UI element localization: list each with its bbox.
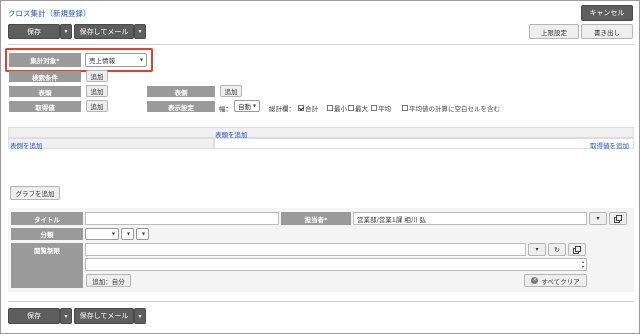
- assignee-picker-button[interactable]: [609, 212, 627, 225]
- chevron-down-icon: ▾: [64, 28, 68, 35]
- divider: [8, 301, 634, 302]
- category-select-3[interactable]: ▾: [136, 228, 149, 240]
- save-and-mail-label: 保存してメール: [79, 27, 129, 36]
- max-option-label: 最大: [355, 105, 368, 113]
- category-select-1[interactable]: ▾: [85, 228, 119, 240]
- save-label: 保存: [27, 312, 41, 320]
- chevron-down-icon: ▾: [535, 246, 539, 253]
- chevron-down-icon: ▾: [596, 215, 600, 222]
- min-option-label: 最小: [334, 105, 347, 113]
- category-select-2[interactable]: ▾: [121, 228, 134, 240]
- window-icon: [573, 245, 581, 254]
- save-dropdown-button[interactable]: ▾: [60, 24, 72, 39]
- width-select[interactable]: 自動 ▾: [234, 100, 260, 112]
- add-table-head-button[interactable]: 追加: [86, 85, 108, 97]
- refresh-icon: ↻: [554, 245, 560, 254]
- chevron-down-icon: ▾: [252, 102, 256, 110]
- display-settings-label: 表示設定: [147, 101, 215, 112]
- save-button[interactable]: 保存: [8, 24, 60, 39]
- add-self-button[interactable]: 追加：自分: [86, 274, 131, 287]
- window-icon: [614, 214, 622, 223]
- category-label: 分類: [11, 228, 83, 240]
- search-condition-label: 検索条件: [9, 71, 81, 82]
- chevron-down-icon: ▾: [138, 312, 142, 320]
- chevron-down-icon: ▾: [64, 312, 68, 320]
- value-label: 取得値: [9, 101, 81, 112]
- add-search-condition-button[interactable]: 追加: [86, 70, 108, 82]
- access-refresh-button[interactable]: ↻: [548, 243, 566, 256]
- assignee-label: 担当者*: [281, 212, 351, 225]
- add-table-side-link[interactable]: 表側を追加: [10, 140, 43, 150]
- divider: [8, 44, 634, 45]
- save-and-mail-dropdown-button-bottom[interactable]: ▾: [134, 308, 146, 324]
- save-and-mail-dropdown-button[interactable]: ▾: [134, 24, 146, 39]
- save-and-mail-button-bottom[interactable]: 保存してメール: [74, 308, 134, 324]
- chevron-down-icon: ▾: [141, 230, 145, 238]
- checkbox-checked-icon[interactable]: [298, 105, 304, 111]
- value-cell: [214, 138, 634, 149]
- assignee-dropdown-button[interactable]: ▾: [589, 212, 607, 225]
- save-dropdown-button-bottom[interactable]: ▾: [60, 308, 72, 324]
- sum-option[interactable]: 合計: [298, 103, 318, 113]
- add-graph-button[interactable]: グラフを追加: [10, 186, 60, 200]
- limit-settings-button[interactable]: 上限設定: [529, 24, 579, 39]
- clear-all-label: すべてクリア: [541, 277, 580, 286]
- assignee-input[interactable]: 営業部/営業1課 相川 弘: [353, 212, 587, 225]
- assignee-value: 営業部/営業1課 相川 弘: [357, 215, 426, 224]
- access-dropdown-button[interactable]: ▾: [528, 243, 546, 256]
- save-and-mail-button[interactable]: 保存してメール: [74, 24, 134, 39]
- width-label: 幅：: [219, 105, 232, 113]
- avg-option[interactable]: 平均: [371, 103, 391, 113]
- max-option[interactable]: 最大: [348, 103, 368, 113]
- chevron-down-icon: ▾: [126, 230, 130, 238]
- highlight-box: [5, 48, 153, 72]
- add-value-button[interactable]: 追加: [86, 100, 108, 112]
- table-head-label: 表頭: [9, 86, 81, 97]
- window-frame: クロス集計（新規登録） 保存 ▾ 保存してメール ▾ キャンセル 上限設定 書き…: [0, 0, 640, 334]
- save-label: 保存: [27, 27, 41, 36]
- clear-circle-icon: ×: [531, 277, 539, 284]
- blank-cells-option[interactable]: 平均値の計算に空白セルを含む: [402, 103, 500, 113]
- table-side-label: 表側: [147, 86, 215, 97]
- save-button-bottom[interactable]: 保存: [8, 308, 60, 324]
- add-value-link[interactable]: 取得値を追加: [590, 140, 629, 150]
- title-input[interactable]: [85, 212, 279, 225]
- add-table-side-button[interactable]: 追加: [220, 85, 242, 97]
- access-picker-button[interactable]: [568, 243, 586, 256]
- access-restriction-input[interactable]: [85, 243, 526, 256]
- save-and-mail-label: 保存してメール: [79, 312, 129, 320]
- checkbox-icon[interactable]: [348, 105, 354, 111]
- table-head-row: [8, 127, 634, 138]
- checkbox-icon[interactable]: [371, 105, 377, 111]
- checkbox-icon[interactable]: [327, 105, 333, 111]
- min-option[interactable]: 最小: [327, 103, 347, 113]
- access-restriction-label: 閲覧制限: [11, 243, 83, 288]
- title-label: タイトル: [11, 212, 83, 225]
- checkbox-icon[interactable]: [402, 105, 408, 111]
- clear-all-button[interactable]: × すべてクリア: [524, 274, 587, 287]
- access-restriction-list[interactable]: ▴ ▾: [85, 258, 587, 271]
- total-column-label: 総計欄：: [269, 105, 295, 113]
- avg-option-label: 平均: [378, 105, 391, 113]
- export-button[interactable]: 書き出し: [581, 24, 633, 39]
- chevron-down-icon: ▾: [111, 230, 115, 238]
- width-select-value: 自動: [238, 103, 251, 111]
- sum-option-label: 合計: [305, 105, 318, 113]
- chevron-down-icon: ▾: [138, 28, 142, 35]
- page-title: クロス集計（新規登録）: [8, 9, 91, 18]
- cancel-button[interactable]: キャンセル: [581, 5, 633, 21]
- blank-cells-option-label: 平均値の計算に空白セルを含む: [409, 105, 500, 113]
- spinner-icon: ▴ ▾: [581, 259, 584, 269]
